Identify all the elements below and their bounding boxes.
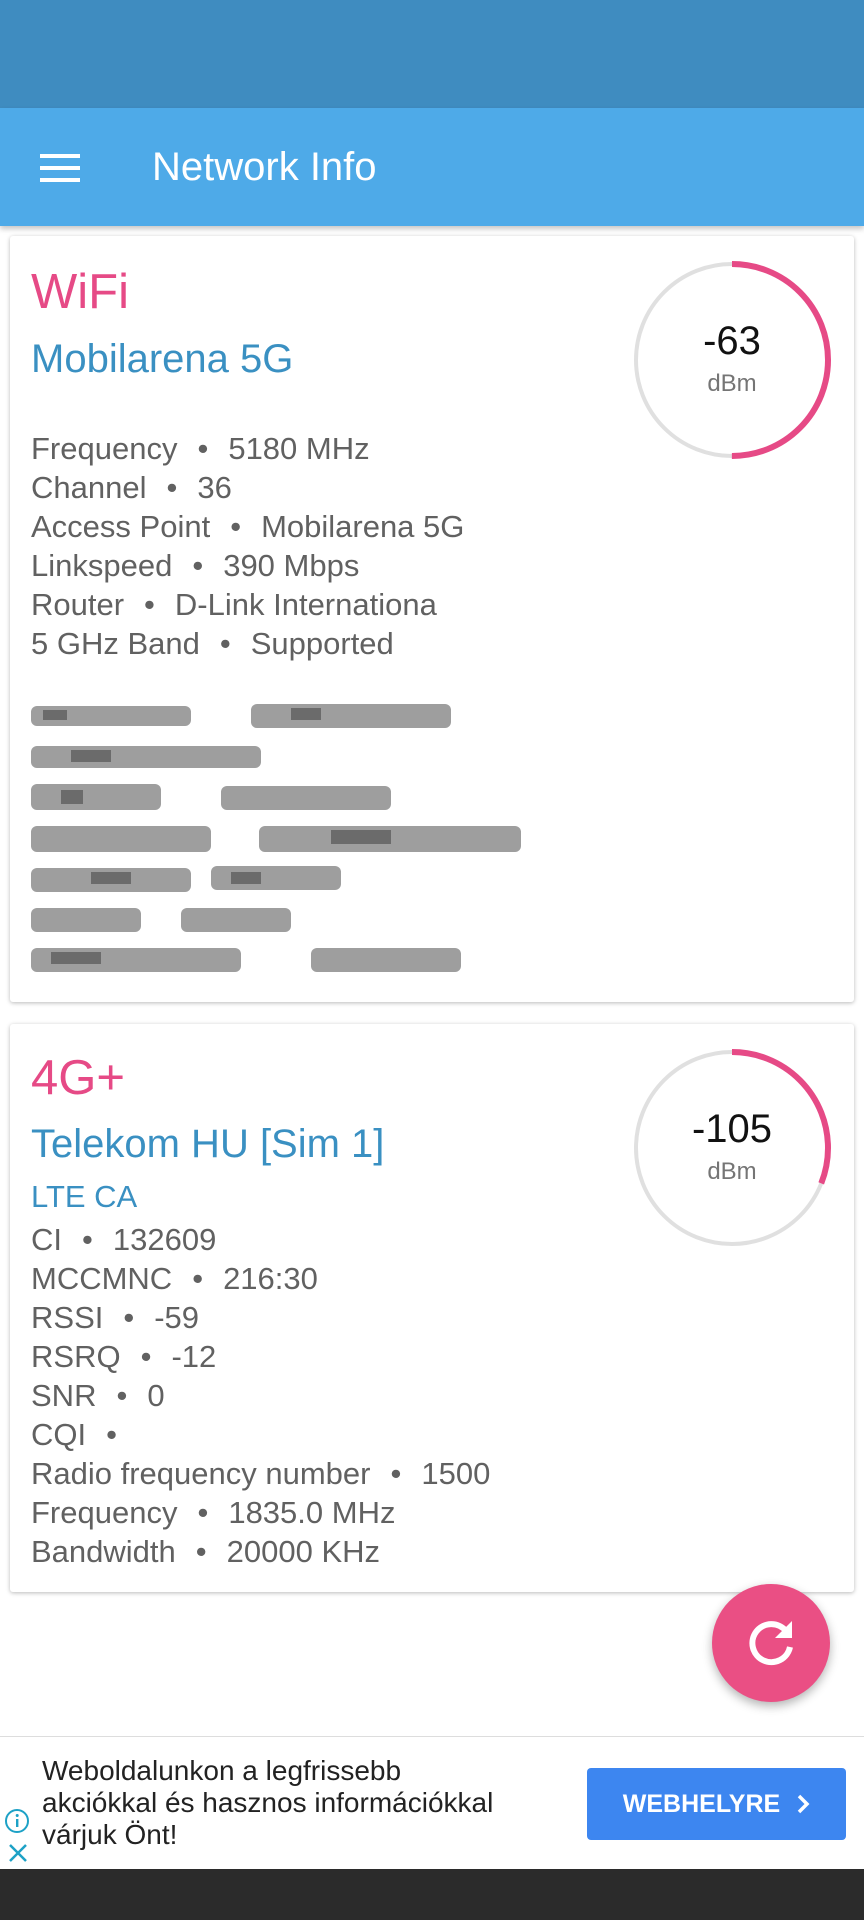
ad-text-line: Weboldalunkon a legfrissebb (42, 1755, 402, 1786)
ad-text-line: várjuk Önt! (42, 1819, 178, 1850)
ad-cta-button[interactable]: WEBHELYRE (587, 1768, 846, 1840)
wifi-info-row: Channel • 36 (31, 470, 232, 505)
app-title: Network Info (152, 145, 377, 189)
hamburger-menu-icon[interactable] (22, 130, 98, 206)
wifi-card: WiFi Mobilarena 5G -63 dBm Frequency • 518… (10, 236, 854, 1002)
cell-info-list: CI • 132609 MCCMNC • 216:30 RSSI • -59 RSRQ • -1… (31, 1220, 490, 1571)
wifi-info-row: Frequency • 5180 MHz (31, 431, 370, 466)
cell-info-row: CQI • (31, 1417, 117, 1452)
ad-text: Weboldalunkon a legfrissebb akciókkal és… (42, 1755, 562, 1851)
content-area[interactable]: WiFi Mobilarena 5G -63 dBm Frequency • 518… (0, 226, 864, 1736)
wifi-signal-unit: dBm (707, 370, 757, 397)
cell-signal-unit: dBm (707, 1158, 757, 1185)
wifi-type-label: WiFi (31, 265, 129, 319)
cell-info-row: CI • 132609 (31, 1222, 217, 1257)
info-icon[interactable] (4, 1808, 30, 1834)
refresh-icon (749, 1621, 793, 1666)
status-bar (0, 0, 864, 108)
ad-banner[interactable]: Weboldalunkon a legfrissebb akciókkal és… (0, 1736, 864, 1869)
close-icon[interactable] (6, 1841, 30, 1865)
wifi-info-row: Router • D-Link Internationa (31, 587, 437, 622)
wifi-signal-gauge: -63 dBm (630, 258, 834, 462)
ad-text-line: akciókkal és hasznos információkkal (42, 1787, 494, 1818)
cell-info-row: Bandwidth • 20000 KHz (31, 1534, 381, 1569)
refresh-button[interactable] (712, 1584, 830, 1702)
chevron-right-icon (796, 1793, 810, 1815)
cell-type-label: 4G+ (31, 1051, 125, 1105)
cell-signal-value: -105 (691, 1107, 773, 1151)
wifi-info-row: 5 GHz Band • Supported (31, 626, 394, 661)
ad-cta-label: WEBHELYRE (622, 1789, 781, 1818)
cell-info-row: RSRQ • -12 (31, 1339, 217, 1374)
wifi-info-row: Access Point • Mobilarena 5G (31, 509, 465, 544)
cell-info-row: Radio frequency number • 1500 (31, 1456, 491, 1491)
cell-signal-gauge: -105 dBm (630, 1046, 834, 1250)
app-bar: Network Info (0, 108, 864, 226)
wifi-signal-value: -63 (703, 319, 761, 363)
cell-info-row: MCCMNC • 216:30 (31, 1261, 318, 1296)
redacted-info-block (31, 704, 521, 972)
cell-info-row: Frequency • 1835.0 MHz (31, 1495, 396, 1530)
cell-info-row: SNR • 0 (31, 1378, 165, 1413)
cell-operator-name: Telekom HU [Sim 1] (31, 1122, 385, 1166)
wifi-network-name: Mobilarena 5G (31, 337, 294, 381)
cell-info-row: RSSI • -59 (31, 1300, 200, 1335)
system-nav-bar (0, 1869, 864, 1920)
cell-technology-label: LTE CA (31, 1179, 138, 1214)
wifi-info-row: Linkspeed • 390 Mbps (31, 548, 360, 583)
wifi-info-list: Frequency • 5180 MHz Channel • 36 Access Poi… (31, 429, 464, 663)
cellular-card: 4G+ Telekom HU [Sim 1] LTE CA -105 dBm C… (10, 1024, 854, 1592)
